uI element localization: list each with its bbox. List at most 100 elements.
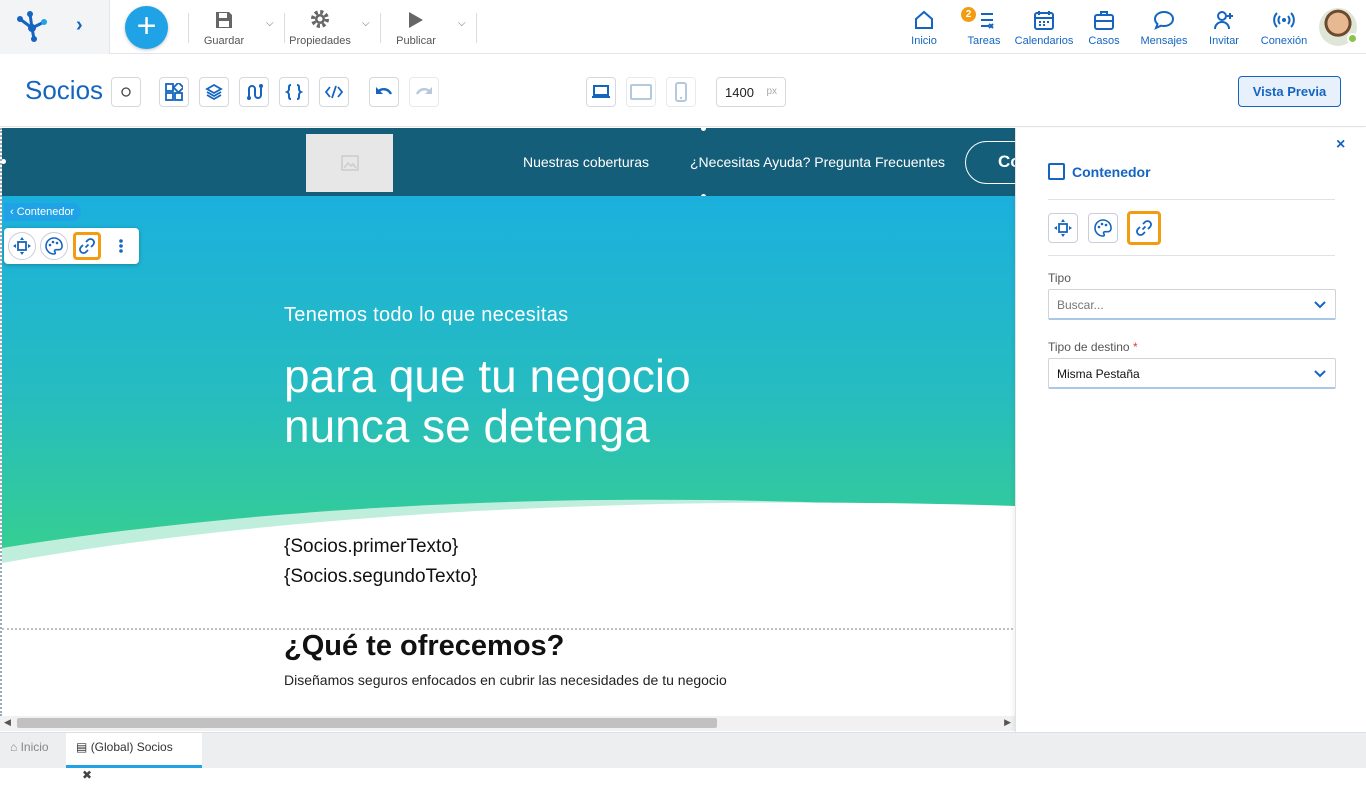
nav-home[interactable]: Inicio [904, 8, 944, 48]
panel-divider [1048, 199, 1335, 200]
divider [188, 13, 189, 43]
nav-tasks-label: Tareas [967, 35, 1001, 47]
selected-container-label: Contenedor [16, 206, 75, 218]
save-button[interactable]: Guardar [200, 6, 248, 48]
panel-close-button[interactable]: × [1336, 136, 1345, 154]
circle-icon [121, 87, 131, 97]
scroll-right-icon[interactable]: ▶ [1004, 717, 1011, 728]
nav-cases[interactable]: Casos [1086, 8, 1122, 48]
type-label: Tipo [1048, 271, 1071, 285]
hero-wave [2, 499, 1015, 568]
data-button[interactable] [239, 77, 269, 107]
redo-icon [415, 87, 432, 95]
desktop-view-button[interactable] [586, 77, 616, 107]
save-dropdown-icon[interactable]: ⌵ [266, 18, 278, 29]
status-button[interactable] [111, 77, 141, 107]
site-cta-button[interactable]: Co [965, 141, 1015, 184]
panel-link-tab[interactable] [1127, 211, 1161, 245]
site-nav-coverages[interactable]: Nuestras coberturas [523, 154, 649, 170]
components-icon [165, 83, 183, 101]
more-vertical-icon [119, 239, 123, 253]
nav-cases-label: Casos [1088, 35, 1120, 47]
chevron-down-icon [1314, 301, 1326, 309]
avatar[interactable] [1319, 8, 1358, 46]
link-icon [79, 238, 95, 254]
image-placeholder-icon [340, 155, 359, 171]
selected-container-tag[interactable]: ‹ Contenedor [4, 203, 82, 221]
app-logo-icon [17, 11, 47, 42]
nav-messages-label: Mensajes [1140, 35, 1188, 47]
laptop-icon [592, 85, 610, 98]
site-logo-placeholder[interactable] [306, 134, 393, 192]
first-text-binding[interactable]: {Socios.primerTexto} [284, 536, 458, 558]
layers-button[interactable] [199, 77, 229, 107]
publish-label: Publicar [396, 35, 436, 47]
preview-button[interactable]: Vista Previa [1238, 76, 1341, 107]
braces-icon [285, 84, 303, 100]
panel-style-tab[interactable] [1088, 213, 1118, 243]
target-type-label-text: Tipo de destino [1048, 340, 1130, 354]
undo-icon [376, 87, 393, 95]
ctx-move-button[interactable] [8, 232, 36, 260]
panel-title-text: Contenedor [1072, 164, 1151, 180]
properties-dropdown-icon[interactable]: ⌵ [362, 18, 374, 29]
tab-global-socios[interactable]: ▤ (Global) Socios ✖ [66, 733, 202, 782]
ctx-style-button[interactable] [40, 232, 68, 260]
ctx-more-button[interactable] [107, 232, 135, 260]
tab-global-socios-label: (Global) Socios [90, 740, 173, 754]
ctx-link-button[interactable] [73, 232, 101, 260]
scroll-left-icon[interactable]: ◀ [4, 717, 11, 728]
publish-button[interactable]: Publicar [392, 6, 440, 48]
tablet-view-button[interactable] [626, 77, 656, 107]
nav-tasks[interactable]: 2 Tareas [961, 7, 1004, 48]
site-nav-faq[interactable]: ¿Necesitas Ayuda? Pregunta Frecuentes [690, 154, 945, 170]
components-button[interactable] [159, 77, 189, 107]
canvas-width-value: 1400 [725, 85, 754, 100]
publish-dropdown-icon[interactable]: ⌵ [458, 18, 470, 29]
panel-title: Contenedor [1048, 163, 1151, 180]
home-icon [915, 10, 933, 29]
nav-messages[interactable]: Mensajes [1138, 8, 1190, 48]
redo-button[interactable] [409, 77, 439, 107]
container-icon [1048, 163, 1065, 180]
site-header[interactable]: Nuestras coberturas ¿Necesitas Ayuda? Pr… [2, 128, 1015, 196]
element-context-toolbar [4, 228, 139, 264]
panel-layout-tab[interactable] [1048, 213, 1078, 243]
code-icon [324, 85, 344, 99]
expand-chevron-icon[interactable]: › [76, 14, 92, 38]
section-description[interactable]: Diseñamos seguros enfocados en cubrir la… [284, 672, 727, 688]
gear-icon [311, 10, 329, 28]
design-canvas[interactable]: Nuestras coberturas ¿Necesitas Ayuda? Pr… [0, 128, 1015, 716]
undo-button[interactable] [369, 77, 399, 107]
chat-icon [1153, 10, 1175, 30]
phone-icon [675, 82, 687, 102]
hero-title-line-2: nunca se detenga [284, 400, 650, 452]
canvas-width-input[interactable]: 1400 px [716, 77, 786, 107]
link-icon [1136, 220, 1152, 236]
target-type-select[interactable]: Misma Pestaña [1048, 358, 1336, 389]
briefcase-icon [1094, 11, 1114, 30]
tab-home[interactable]: ⌂ Inicio [0, 733, 59, 768]
nav-connection-label: Conexión [1260, 35, 1308, 47]
mobile-view-button[interactable] [666, 77, 696, 107]
code-button[interactable] [319, 77, 349, 107]
canvas-horizontal-scrollbar[interactable]: ◀ ▶ [0, 716, 1015, 731]
nav-connection[interactable]: Conexión [1260, 8, 1308, 48]
section-title[interactable]: ¿Qué te ofrecemos? [284, 630, 564, 663]
nav-invite[interactable]: Invitar [1204, 8, 1244, 48]
expressions-button[interactable] [279, 77, 309, 107]
target-type-label: Tipo de destino * [1048, 340, 1138, 354]
nav-calendars[interactable]: Calendarios [1014, 8, 1074, 48]
add-button[interactable]: + [125, 6, 168, 49]
editor-toolbar: Socios 1400 px Vista Previa [0, 55, 1366, 127]
tab-close-icon[interactable]: ✖ [82, 768, 92, 782]
divider [476, 13, 477, 43]
properties-button[interactable]: Propiedades [288, 6, 352, 48]
type-select[interactable]: Buscar... [1048, 289, 1336, 320]
type-label-text: Tipo [1048, 271, 1071, 285]
scrollbar-thumb[interactable] [17, 718, 717, 728]
app-logo-cell[interactable]: › [0, 0, 110, 54]
selection-handle[interactable] [2, 159, 6, 164]
type-select-value: Buscar... [1057, 298, 1104, 312]
second-text-binding[interactable]: {Socios.segundoTexto} [284, 566, 477, 588]
